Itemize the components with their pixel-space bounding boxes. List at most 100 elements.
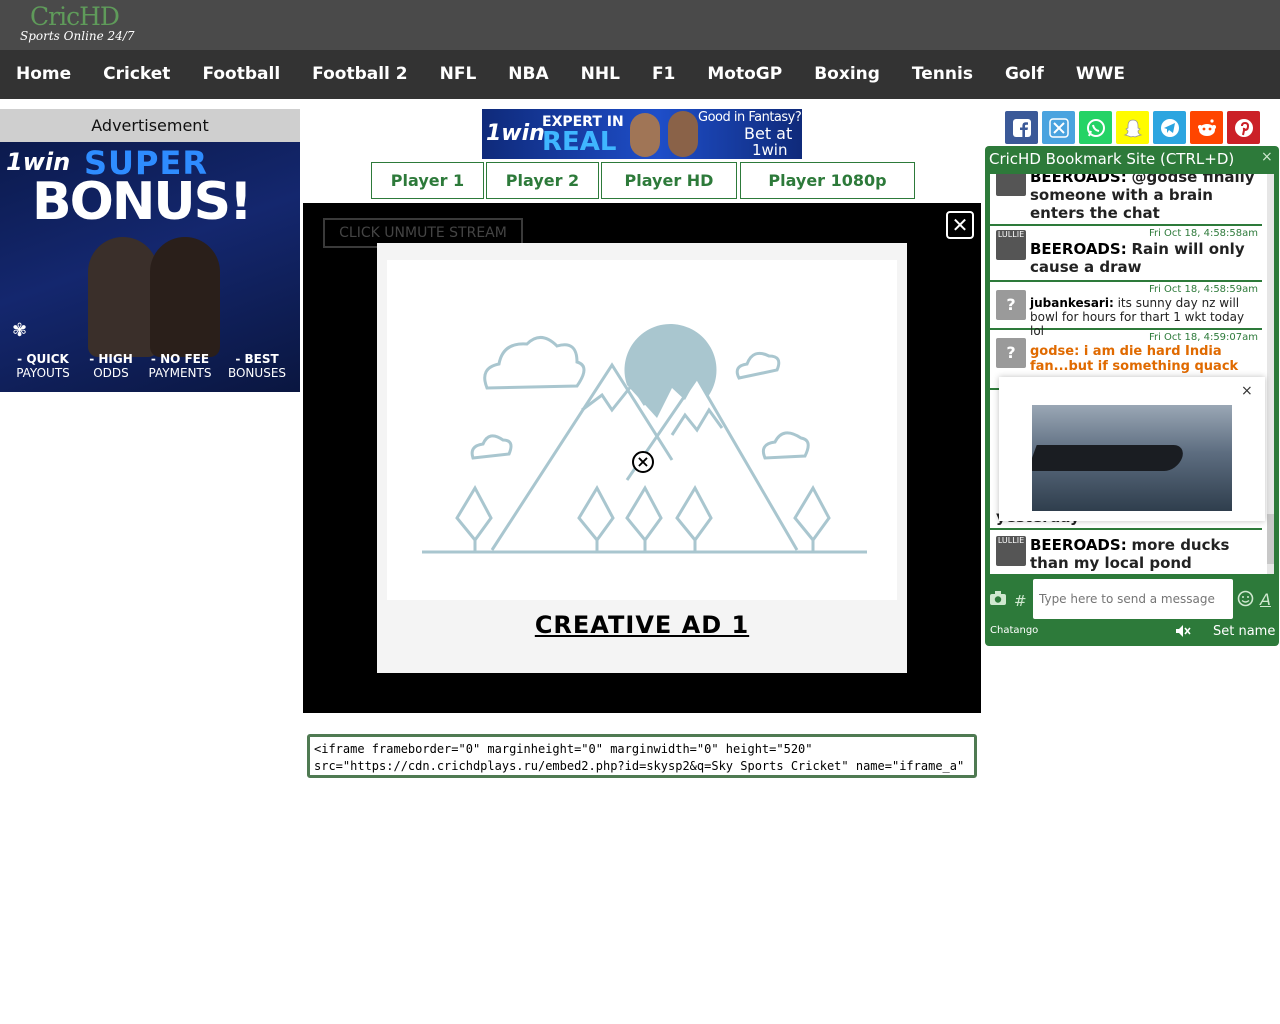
chat-username[interactable]: BEEROADS: — [1030, 536, 1127, 554]
camera-icon[interactable] — [989, 590, 1007, 610]
ad-feature-line: ODDS — [93, 366, 129, 380]
facebook-share-button[interactable] — [1005, 111, 1038, 144]
avatar[interactable]: ? — [996, 338, 1026, 368]
reddit-share-button[interactable] — [1190, 111, 1223, 144]
x-share-button[interactable] — [1042, 111, 1075, 144]
chat-message-text: BEEROADS: @godse finally someone with a … — [1030, 174, 1260, 222]
banner-brand: 1win — [486, 121, 545, 146]
ad-feature-line: - HIGH — [89, 352, 133, 366]
chat-scrollbar[interactable] — [1267, 174, 1274, 574]
chat-username[interactable]: jubankesari: — [1030, 296, 1114, 310]
ad-model-image — [88, 237, 158, 357]
chatango-brand[interactable]: Chatango — [990, 625, 1038, 636]
ad-feature: - BEST BONUSES — [218, 352, 296, 380]
ad-feature: - HIGH ODDS — [80, 352, 142, 380]
chat-username[interactable]: BEEROADS: — [1030, 240, 1127, 258]
banner-tagline: Good in Fantasy? — [698, 110, 802, 125]
chat-message: LULLIE Fri Oct 18, 4:58:58am BEEROADS: R… — [990, 226, 1262, 282]
chat-message-input[interactable] — [1033, 579, 1233, 619]
pinterest-share-button[interactable] — [1227, 111, 1260, 144]
chat-timestamp: Fri Oct 18, 4:58:59am — [1148, 284, 1258, 295]
ad-dismiss-icon[interactable]: × — [632, 451, 654, 473]
boat-image — [1032, 445, 1187, 471]
banner-athlete-image — [630, 113, 660, 157]
advertisement-label: Advertisement — [0, 109, 300, 142]
embed-code-line: src="https://cdn.crichdplays.ru/embed2.p… — [314, 759, 965, 773]
chat-message: LULLIE BEEROADS: more ducks than my loca… — [990, 532, 1262, 574]
nav-item-golf[interactable]: Golf — [989, 50, 1060, 99]
ad-feature-line: - QUICK — [17, 352, 69, 366]
clover-icon: ✾ — [12, 320, 28, 341]
chat-title: CricHD Bookmark Site (CTRL+D) — [989, 150, 1235, 168]
left-advertisement: Advertisement 1win SUPER BONUS! ✾ - QUIC… — [0, 109, 300, 392]
nav-item-home[interactable]: Home — [0, 50, 87, 99]
chat-scrollbar-thumb[interactable] — [1267, 514, 1274, 564]
bonus-ad-banner[interactable]: 1win SUPER BONUS! ✾ - QUICK PAYOUTS - HI… — [0, 142, 300, 392]
logo-text: CricHD — [30, 2, 120, 31]
emoji-icon[interactable] — [1237, 590, 1254, 611]
avatar[interactable]: LULLIE — [996, 174, 1026, 196]
chat-username[interactable]: BEEROADS: — [1030, 174, 1127, 186]
ad-feature-line: BONUSES — [227, 366, 287, 380]
floating-video-ad[interactable]: × — [999, 377, 1265, 521]
hashtag-icon[interactable]: # — [1014, 592, 1027, 610]
nav-item-wwe[interactable]: WWE — [1060, 50, 1141, 99]
nav-item-tennis[interactable]: Tennis — [896, 50, 989, 99]
player-1-button[interactable]: Player 1 — [371, 162, 484, 199]
avatar[interactable]: ? — [996, 290, 1026, 320]
banner-line-2: REAL — [542, 127, 617, 157]
nav-item-boxing[interactable]: Boxing — [798, 50, 896, 99]
whatsapp-icon — [1086, 118, 1105, 137]
nav-item-motogp[interactable]: MotoGP — [691, 50, 798, 99]
embed-code-box[interactable]: <iframe frameborder="0" marginheight="0"… — [307, 734, 977, 778]
video-player[interactable]: CLICK UNMUTE STREAM ✕ × CREATIVE AD 1 — [303, 203, 981, 713]
ad-headline-bonus: BONUS! — [32, 172, 253, 232]
close-ad-button[interactable]: ✕ — [946, 211, 974, 239]
nav-item-nhl[interactable]: NHL — [565, 50, 636, 99]
popup-close-button[interactable]: × — [1241, 383, 1253, 399]
chat-message-text: BEEROADS: more ducks than my local pond — [1030, 536, 1260, 572]
chat-message-text: godse: i am die hard India fan...but if … — [1030, 344, 1260, 374]
avatar[interactable]: LULLIE — [996, 536, 1026, 566]
ad-feature-line: PAYMENTS — [148, 366, 212, 380]
whatsapp-share-button[interactable] — [1079, 111, 1112, 144]
chat-username[interactable]: godse: — [1030, 344, 1079, 359]
site-logo[interactable]: CricHD Sports Online 24/7 — [20, 2, 135, 46]
nav-item-football-2[interactable]: Football 2 — [296, 50, 423, 99]
creative-ad-link[interactable]: CREATIVE AD 1 — [377, 611, 907, 639]
text-style-icon[interactable]: A — [1260, 590, 1271, 609]
creative-ad-card[interactable]: × CREATIVE AD 1 — [377, 243, 907, 673]
nav-item-nba[interactable]: NBA — [492, 50, 564, 99]
embed-code-line: <iframe frameborder="0" marginheight="0"… — [314, 742, 813, 756]
telegram-share-button[interactable] — [1153, 111, 1186, 144]
ad-feature: - NO FEE PAYMENTS — [142, 352, 218, 380]
snapchat-share-button[interactable] — [1116, 111, 1149, 144]
banner-tagline: 1win — [752, 141, 788, 159]
popup-video-thumbnail[interactable] — [1032, 405, 1232, 511]
pinterest-icon — [1234, 118, 1253, 137]
ad-placeholder-image — [387, 260, 897, 600]
banner-athlete-image — [668, 111, 698, 157]
top-ad-banner[interactable]: 1win EXPERT IN REAL Good in Fantasy? Bet… — [482, 109, 802, 159]
logo-tagline: Sports Online 24/7 — [20, 29, 135, 43]
ad-feature: - QUICK PAYOUTS — [6, 352, 80, 380]
snapchat-icon — [1123, 119, 1142, 137]
chat-timestamp: Fri Oct 18, 4:59:07am — [1148, 332, 1258, 343]
chat-message-text: BEEROADS: Rain will only cause a draw — [1030, 240, 1260, 276]
chat-close-button[interactable]: × — [1261, 149, 1273, 165]
telegram-icon — [1160, 118, 1179, 137]
nav-item-cricket[interactable]: Cricket — [87, 50, 186, 99]
set-name-button[interactable]: Set name — [1213, 624, 1275, 639]
chat-message: LULLIE BEEROADS: @godse finally someone … — [990, 174, 1262, 226]
ad-feature-line: PAYOUTS — [16, 366, 70, 380]
nav-item-nfl[interactable]: NFL — [424, 50, 493, 99]
avatar[interactable]: LULLIE — [996, 230, 1026, 260]
mute-icon[interactable] — [1175, 624, 1191, 642]
nav-item-football[interactable]: Football — [186, 50, 296, 99]
x-icon — [1048, 117, 1069, 138]
player-hd-button[interactable]: Player HD — [601, 162, 737, 199]
facebook-icon — [1012, 118, 1031, 137]
player-1080p-button[interactable]: Player 1080p — [740, 162, 915, 199]
player-2-button[interactable]: Player 2 — [486, 162, 599, 199]
nav-item-f1[interactable]: F1 — [636, 50, 691, 99]
